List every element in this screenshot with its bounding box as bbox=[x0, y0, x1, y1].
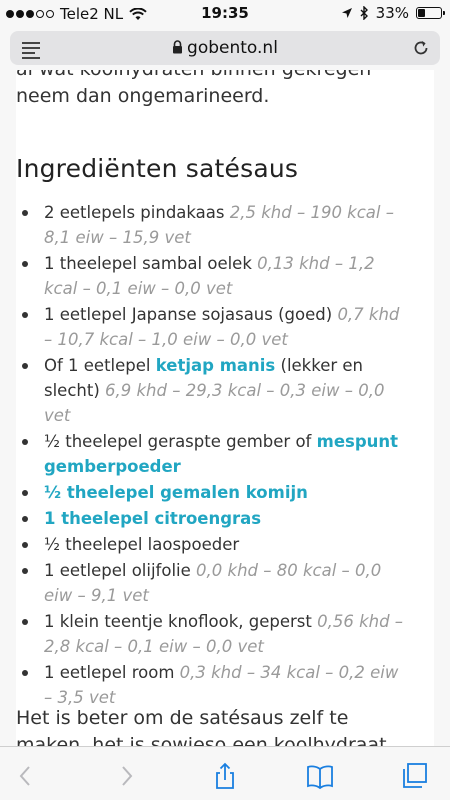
intro-line-1: al wat koolhydraten binnen gekregen bbox=[16, 70, 406, 83]
ingredients-list: 2 eetlepels pindakaas 2,5 khd – 190 kcal… bbox=[16, 200, 408, 711]
ingredient-link[interactable]: 1 theelepel citroengras bbox=[44, 509, 261, 528]
ingredient-text: ½ theelepel geraspte gember of bbox=[44, 432, 317, 451]
share-icon[interactable] bbox=[211, 762, 239, 790]
battery-fill bbox=[418, 9, 426, 17]
url-text: gobento.nl bbox=[187, 38, 278, 58]
status-right: 33% bbox=[341, 4, 445, 22]
ingredient-item: 1 eetlepel olijfolie 0,0 khd – 80 kcal –… bbox=[16, 558, 408, 608]
ingredient-text: 2 eetlepels pindakaas bbox=[44, 203, 230, 222]
forward-icon[interactable] bbox=[112, 762, 140, 790]
ingredient-item: ½ theelepel gemalen komijn bbox=[16, 480, 408, 505]
url-field[interactable]: gobento.nl bbox=[10, 38, 440, 58]
intro-line-2: neem dan ongemarineerd. bbox=[16, 85, 270, 107]
ingredient-text: 1 eetlepel Japanse sojasaus (goed) bbox=[44, 305, 338, 324]
ingredient-text: 1 eetlepel olijfolie bbox=[44, 561, 197, 580]
ingredient-item: ½ theelepel laospoeder bbox=[16, 532, 408, 557]
section-heading: Ingrediënten satésaus bbox=[16, 154, 299, 183]
ingredient-text: 1 klein teentje knoflook, geperst bbox=[44, 612, 318, 631]
back-icon[interactable] bbox=[12, 762, 40, 790]
intro-paragraph: al wat koolhydraten binnen gekregen neem… bbox=[16, 70, 406, 110]
ingredient-text: 1 theelepel sambal oelek bbox=[44, 254, 258, 273]
ingredient-item: 1 klein teentje knoflook, geperst 0,56 k… bbox=[16, 609, 408, 659]
ingredient-text: Of 1 eetlepel bbox=[44, 356, 156, 375]
bluetooth-icon bbox=[360, 6, 368, 20]
battery-icon bbox=[416, 7, 445, 19]
ingredient-text: ½ theelepel laospoeder bbox=[44, 535, 240, 554]
ingredient-text: 1 eetlepel room bbox=[44, 663, 180, 682]
ingredient-item: 1 eetlepel Japanse sojasaus (goed) 0,7 k… bbox=[16, 302, 408, 352]
page-content[interactable]: al wat koolhydraten binnen gekregen neem… bbox=[0, 70, 450, 746]
ingredient-link[interactable]: ketjap manis bbox=[156, 356, 276, 375]
ingredient-item: 1 eetlepel room 0,3 khd – 34 kcal – 0,2 … bbox=[16, 660, 408, 710]
outro-paragraph: Het is beter om de satésaus zelf te make… bbox=[16, 707, 387, 746]
reload-icon[interactable] bbox=[412, 39, 430, 57]
tabs-icon[interactable] bbox=[400, 762, 428, 790]
ingredient-item: 1 theelepel citroengras bbox=[16, 506, 408, 531]
status-bar: Tele2 NL 19:35 33% bbox=[0, 0, 450, 28]
battery-percentage: 33% bbox=[375, 4, 409, 22]
location-arrow-icon bbox=[341, 8, 352, 18]
address-bar[interactable]: gobento.nl bbox=[10, 31, 440, 65]
bookmarks-icon[interactable] bbox=[306, 762, 334, 790]
ingredient-item: Of 1 eetlepel ketjap manis (lekker en sl… bbox=[16, 353, 408, 428]
lock-icon bbox=[173, 40, 183, 54]
ingredient-item: 1 theelepel sambal oelek 0,13 khd – 1,2 … bbox=[16, 251, 408, 301]
ingredient-item: 2 eetlepels pindakaas 2,5 khd – 190 kcal… bbox=[16, 200, 408, 250]
ingredient-item: ½ theelepel geraspte gember of mespunt g… bbox=[16, 429, 408, 479]
browser-toolbar bbox=[0, 746, 450, 800]
ingredient-link[interactable]: ½ theelepel gemalen komijn bbox=[44, 483, 308, 502]
